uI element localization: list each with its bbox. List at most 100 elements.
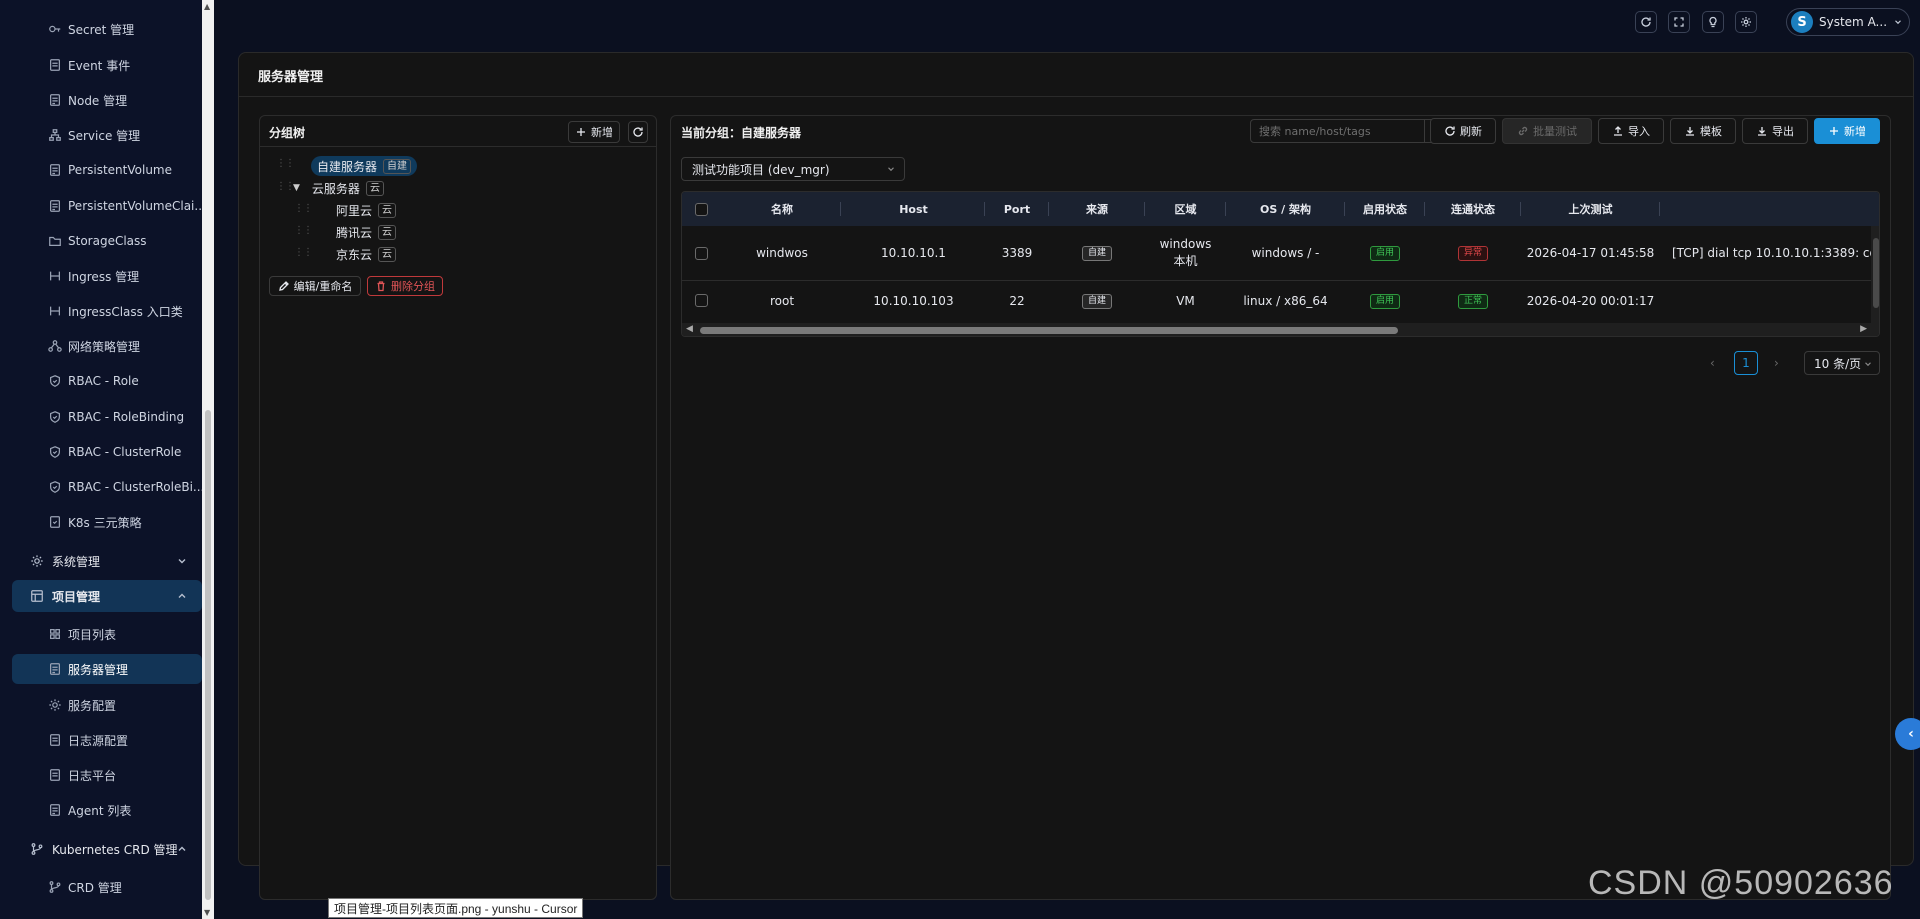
export-label: 导出 — [1772, 125, 1794, 138]
sidebar-item-network-policy[interactable]: 网络策略管理 — [12, 331, 202, 361]
network-icon — [49, 129, 61, 141]
server-host: 10.10.10.1 — [881, 246, 946, 260]
sidebar-item-storageclass[interactable]: StorageClass — [12, 226, 202, 256]
add-server-button[interactable]: 新增 — [1814, 118, 1880, 144]
sidebar-item-label: RBAC - ClusterRoleBi... — [68, 480, 202, 494]
refresh-button[interactable]: 刷新 — [1430, 118, 1496, 144]
tree-node-label: 阿里云 — [336, 203, 373, 218]
sidebar-group-crd[interactable]: Kubernetes CRD 管理 — [12, 833, 202, 865]
pencil-icon — [278, 281, 289, 291]
sidebar-item-service-config[interactable]: 服务配置 — [12, 690, 202, 720]
tree-node-tag: 云 — [378, 202, 397, 218]
sidebar-item-log-source[interactable]: 日志源配置 — [12, 725, 202, 755]
column-header[interactable]: 名称 — [722, 192, 842, 226]
server-os: linux / x86_64 — [1243, 294, 1328, 308]
drag-handle-icon[interactable]: ⋮⋮ — [294, 226, 313, 238]
sidebar-item-secret[interactable]: Secret 管理 — [12, 14, 202, 44]
region-line: 本机 — [1173, 254, 1198, 268]
sidebar-item-log-platform[interactable]: 日志平台 — [12, 760, 202, 790]
fullscreen-icon — [1674, 17, 1684, 27]
column-header[interactable]: 连通状态 — [1425, 192, 1521, 226]
tree-add-button[interactable]: 新增 — [568, 121, 620, 143]
project-select[interactable]: 测试功能项目 (dev_mgr) — [681, 157, 905, 181]
drag-handle-icon[interactable]: ⋮⋮ — [294, 248, 313, 260]
tree-refresh-button[interactable] — [628, 121, 648, 143]
grid-icon — [50, 629, 60, 639]
sidebar-item-label: RBAC - RoleBinding — [68, 410, 185, 424]
scroll-right-arrow[interactable]: ▶ — [1860, 324, 1867, 334]
sidebar-item-rbac-clusterrole[interactable]: RBAC - ClusterRole — [12, 437, 202, 467]
column-header[interactable]: 区域 — [1145, 192, 1226, 226]
batch-test-label: 批量测试 — [1533, 125, 1577, 138]
scroll-left-arrow[interactable]: ◀ — [686, 324, 693, 334]
row-checkbox[interactable] — [695, 247, 708, 260]
scroll-down-arrow[interactable]: ▼ — [204, 908, 210, 917]
chevron-down-icon — [178, 559, 186, 564]
tree-node-tencent[interactable]: 腾讯云 云 — [336, 222, 397, 242]
sidebar-scrollbar[interactable]: ▲ ▼ — [202, 0, 214, 919]
scroll-thumb[interactable] — [700, 327, 1398, 334]
sidebar-item-persistentvolumeclaim[interactable]: PersistentVolumeClai... — [12, 191, 202, 221]
drag-handle-icon[interactable]: ⋮⋮ — [276, 159, 295, 171]
pagination-page-1[interactable]: 1 — [1734, 351, 1758, 375]
batch-test-button[interactable]: 批量测试 — [1502, 118, 1592, 144]
server-icon — [50, 94, 60, 106]
sidebar-item-rbac-role[interactable]: RBAC - Role — [12, 366, 202, 396]
pagination-prev[interactable]: ‹ — [1710, 356, 1715, 370]
sidebar-item-label: K8s 三元策略 — [68, 515, 142, 530]
scroll-thumb[interactable] — [1873, 238, 1879, 308]
delete-group-button[interactable]: 删除分组 — [367, 276, 443, 296]
refresh-label: 刷新 — [1460, 125, 1482, 138]
sidebar-item-rbac-clusterrolebinding[interactable]: RBAC - ClusterRoleBi... — [12, 472, 202, 502]
tips-button[interactable] — [1702, 11, 1724, 33]
column-header[interactable]: Host — [842, 192, 985, 226]
column-header[interactable]: 上次测试 — [1521, 192, 1660, 226]
reload-button[interactable] — [1635, 11, 1657, 33]
column-header[interactable]: Port — [985, 192, 1049, 226]
page-size-select[interactable]: 10 条/页 — [1804, 351, 1880, 375]
sidebar-group-system[interactable]: 系统管理 — [12, 545, 202, 577]
drag-handle-icon[interactable]: ⋮⋮ — [276, 182, 295, 194]
tree-node-aliyun[interactable]: 阿里云 云 — [336, 200, 397, 220]
row-checkbox[interactable] — [695, 294, 708, 307]
drag-handle-icon[interactable]: ⋮⋮ — [294, 204, 313, 216]
sidebar-item-crd-management[interactable]: CRD 管理 — [12, 872, 202, 902]
pagination-next[interactable]: › — [1774, 356, 1779, 370]
sidebar-item-node[interactable]: Node 管理 — [12, 85, 202, 115]
sidebar-item-persistentvolume[interactable]: PersistentVolume — [12, 155, 202, 185]
column-header[interactable]: 启用状态 — [1345, 192, 1425, 226]
column-header[interactable]: 来源 — [1049, 192, 1145, 226]
select-all-checkbox[interactable] — [695, 203, 708, 216]
tree-add-label: 新增 — [591, 126, 613, 139]
sidebar-item-agent-list[interactable]: Agent 列表 — [12, 795, 202, 825]
tree-node-self-built[interactable]: 自建服务器 自建 — [311, 156, 418, 176]
import-button[interactable]: 导入 — [1598, 118, 1664, 144]
fullscreen-button[interactable] — [1668, 11, 1690, 33]
chevron-up-icon — [178, 593, 186, 598]
sidebar-item-ingress[interactable]: Ingress 管理 — [12, 261, 202, 291]
sidebar-item-service[interactable]: Service 管理 — [12, 120, 202, 150]
sidebar-scroll-thumb[interactable] — [205, 410, 211, 900]
collapse-panel-button[interactable]: ‹ — [1895, 718, 1920, 750]
template-button[interactable]: 模板 — [1670, 118, 1736, 144]
scroll-up-arrow[interactable]: ▲ — [204, 2, 210, 11]
export-button[interactable]: 导出 — [1742, 118, 1808, 144]
sidebar-item-rbac-rolebinding[interactable]: RBAC - RoleBinding — [12, 402, 202, 432]
sidebar-item-event[interactable]: Event 事件 — [12, 50, 202, 80]
settings-button[interactable] — [1735, 11, 1757, 33]
sidebar-item-k8s-policy[interactable]: K8s 三元策略 — [12, 507, 202, 537]
sidebar-group-project[interactable]: 项目管理 — [12, 580, 202, 612]
tree-node-jdcloud[interactable]: 京东云 云 — [336, 244, 397, 264]
table-horizontal-scrollbar[interactable]: ◀ ▶ — [682, 323, 1871, 336]
tree-node-cloud[interactable]: ▼ 云服务器 云 — [293, 178, 384, 198]
sidebar-item-ingressclass[interactable]: IngressClass 入口类 — [12, 296, 202, 326]
sidebar-item-server-management[interactable]: 服务器管理 — [12, 654, 202, 684]
search-input[interactable]: 搜索 name/host/tags — [1250, 119, 1425, 143]
network-icon — [48, 340, 62, 352]
user-menu[interactable]: S System A... — [1786, 8, 1910, 36]
edit-rename-button[interactable]: 编辑/重命名 — [269, 276, 361, 296]
caret-down-icon[interactable]: ▼ — [293, 183, 300, 193]
column-header[interactable]: OS / 架构 — [1226, 192, 1345, 226]
table-vertical-scrollbar[interactable] — [1871, 226, 1879, 336]
sidebar-item-project-list[interactable]: 项目列表 — [12, 619, 202, 649]
